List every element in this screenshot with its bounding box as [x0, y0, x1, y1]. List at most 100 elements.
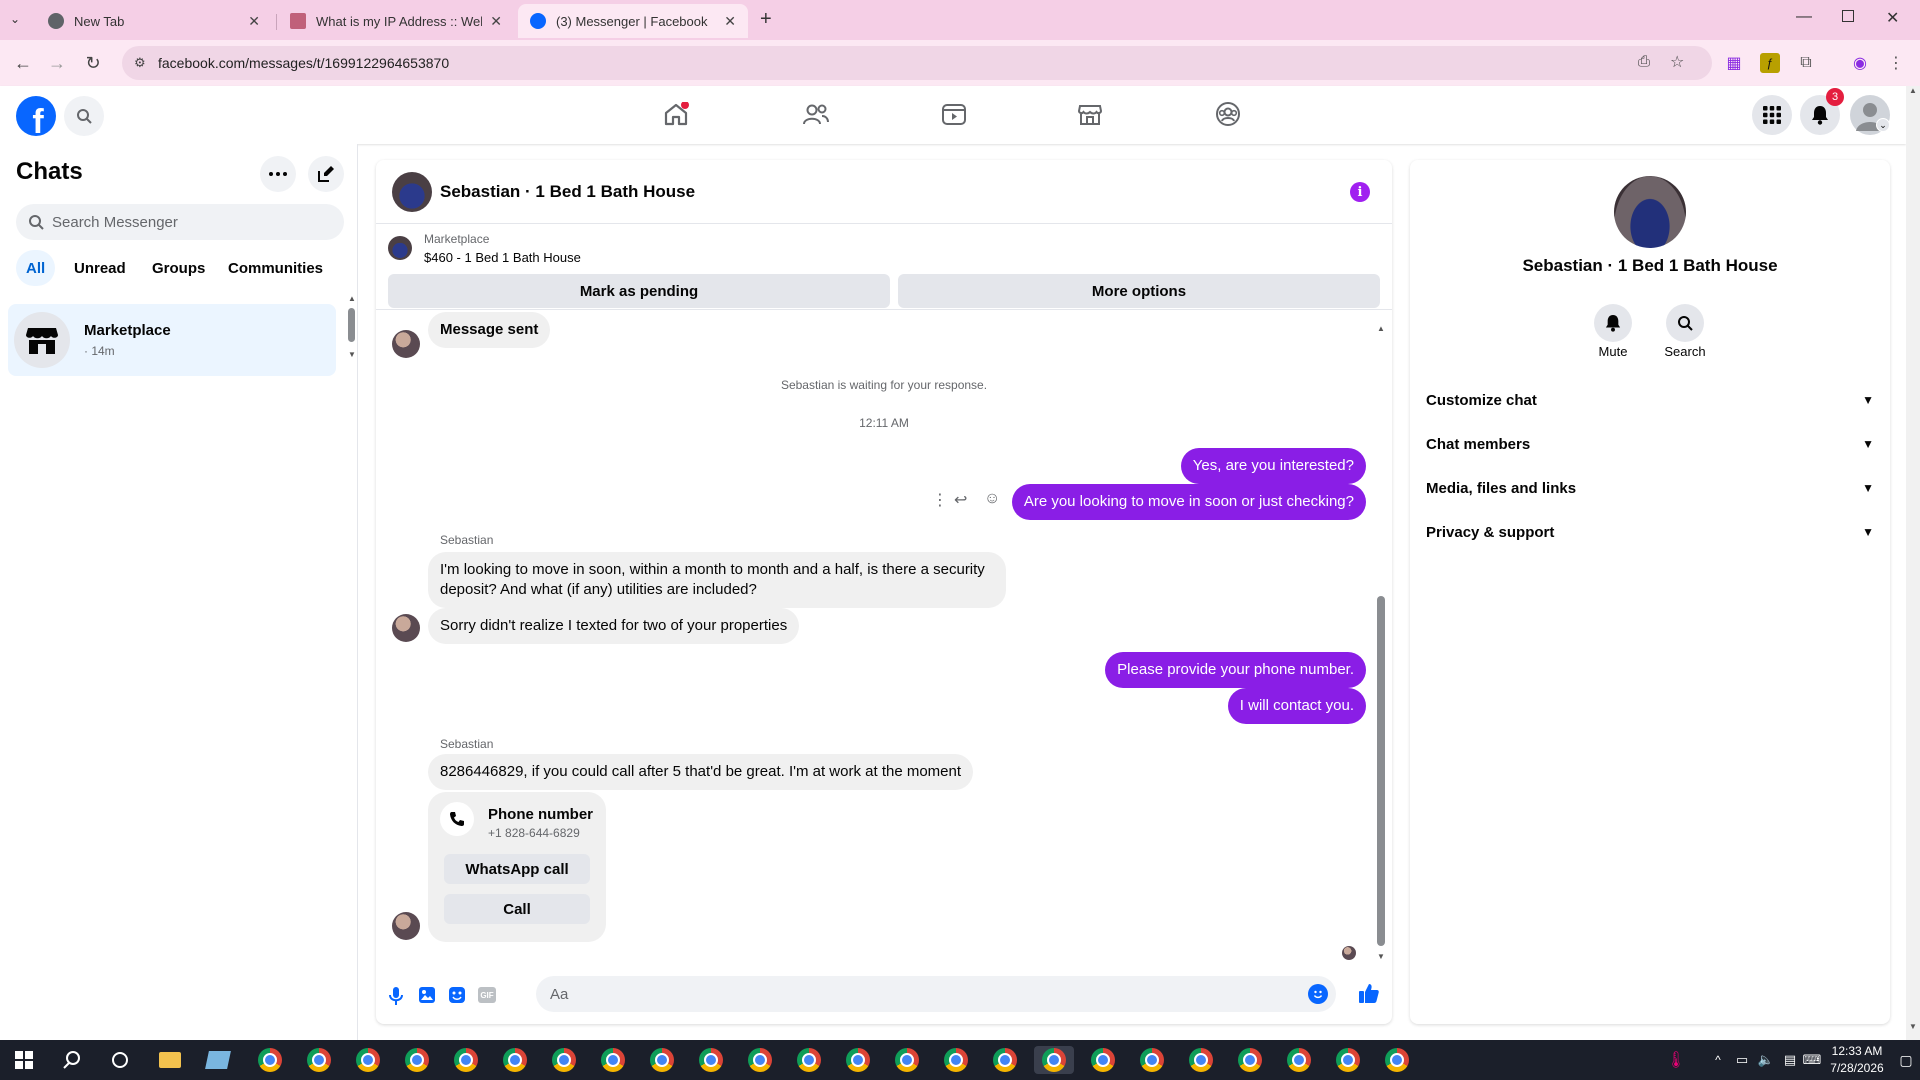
extensions-puzzle-icon[interactable]: ⧉ — [1796, 53, 1816, 73]
scroll-down-arrow-icon[interactable]: ▼ — [1377, 952, 1385, 961]
tab-ip-address[interactable]: What is my IP Address :: WebBr ✕ — [278, 4, 514, 38]
groups-icon[interactable] — [1208, 96, 1248, 132]
window-close-icon[interactable]: ✕ — [1886, 8, 1899, 28]
bookmark-star-icon[interactable]: ☆ — [1670, 52, 1684, 72]
outgoing-message[interactable]: Please provide your phone number. — [1105, 652, 1366, 688]
video-icon[interactable] — [934, 96, 974, 132]
like-thumbs-up-icon[interactable] — [1358, 982, 1380, 1009]
sticker-icon[interactable] — [448, 986, 466, 1009]
chrome-taskbar-icon[interactable] — [1187, 1046, 1215, 1074]
new-message-compose-icon[interactable] — [308, 156, 344, 192]
reply-icon[interactable]: ↩ — [954, 490, 967, 510]
chrome-taskbar-icon[interactable] — [795, 1046, 823, 1074]
chrome-taskbar-icon[interactable] — [501, 1046, 529, 1074]
filter-groups[interactable]: Groups — [142, 250, 215, 286]
extension-icon[interactable]: ƒ — [1760, 53, 1780, 73]
chrome-taskbar-icon[interactable] — [1236, 1046, 1264, 1074]
incoming-message[interactable]: I'm looking to move in soon, within a mo… — [428, 552, 1006, 608]
chrome-taskbar-icon-active[interactable] — [1034, 1046, 1074, 1074]
close-icon[interactable]: ✕ — [724, 13, 736, 30]
chrome-taskbar-icon[interactable] — [942, 1046, 970, 1074]
forward-arrow-icon[interactable]: → — [44, 50, 70, 76]
chat-list-item-marketplace[interactable]: Marketplace · 14m — [8, 304, 336, 376]
clock-date[interactable]: 7/28/2026 — [1826, 1061, 1888, 1075]
chrome-taskbar-icon[interactable] — [991, 1046, 1019, 1074]
clock-time[interactable]: 12:33 AM — [1826, 1044, 1888, 1058]
tab-messenger[interactable]: (3) Messenger | Facebook ✕ — [518, 4, 748, 38]
call-button[interactable]: Call — [444, 894, 590, 924]
file-explorer-icon[interactable] — [156, 1046, 184, 1074]
reload-icon[interactable]: ↻ — [80, 50, 106, 76]
chat-list-scrollbar[interactable]: ▲ ▼ — [346, 294, 358, 364]
react-emoji-icon[interactable]: ☺ — [984, 490, 1000, 508]
language-icon[interactable]: ⌨ — [1798, 1046, 1826, 1074]
photo-icon[interactable] — [418, 986, 436, 1009]
messages-scrollbar[interactable]: ▲ ▼ — [1374, 324, 1388, 964]
marketplace-icon[interactable] — [1070, 96, 1110, 132]
more-options-button[interactable]: More options — [898, 274, 1380, 308]
outgoing-message[interactable]: Are you looking to move in soon or just … — [1011, 484, 1366, 520]
scroll-up-arrow-icon[interactable]: ▲ — [348, 294, 356, 303]
more-options-icon[interactable] — [260, 156, 296, 192]
mute-button[interactable] — [1594, 304, 1632, 342]
emoji-icon[interactable] — [1308, 984, 1328, 1004]
sender-avatar[interactable] — [392, 614, 420, 642]
install-app-icon[interactable]: ⎙ — [1638, 53, 1650, 70]
sender-avatar[interactable] — [392, 330, 420, 358]
incoming-message[interactable]: Sorry didn't realize I texted for two of… — [428, 608, 800, 644]
chat-members-section[interactable]: Chat members ▼ — [1426, 424, 1878, 464]
facebook-logo-icon[interactable]: f — [16, 96, 56, 136]
microphone-icon[interactable] — [388, 986, 404, 1011]
filter-all[interactable]: All — [16, 250, 56, 286]
sender-avatar[interactable] — [392, 912, 420, 940]
chrome-taskbar-icon[interactable] — [1334, 1046, 1362, 1074]
scroll-down-arrow-icon[interactable]: ▼ — [348, 350, 356, 359]
chrome-taskbar-icon[interactable] — [1285, 1046, 1313, 1074]
menu-grid-icon[interactable] — [1752, 95, 1792, 135]
back-arrow-icon[interactable]: ← — [10, 50, 36, 76]
filter-communities[interactable]: Communities — [218, 250, 333, 286]
chrome-taskbar-icon[interactable] — [697, 1046, 725, 1074]
task-view-icon[interactable] — [106, 1046, 134, 1074]
profile-icon[interactable]: ◉ — [1850, 53, 1870, 73]
chrome-taskbar-icon[interactable] — [256, 1046, 284, 1074]
url-field[interactable]: ⚙ facebook.com/messages/t/16991229646538… — [122, 46, 1712, 80]
chrome-taskbar-icon[interactable] — [452, 1046, 480, 1074]
taskbar-search-icon[interactable] — [58, 1046, 86, 1074]
incoming-message[interactable]: 8286446829, if you could call after 5 th… — [428, 754, 974, 790]
close-icon[interactable]: ✕ — [490, 13, 502, 30]
chrome-taskbar-icon[interactable] — [403, 1046, 431, 1074]
conversation-info-icon[interactable]: i — [1350, 182, 1370, 202]
site-info-icon[interactable]: ⚙ — [134, 55, 146, 71]
tab-new-tab[interactable]: New Tab ✕ — [36, 4, 272, 38]
mark-as-pending-button[interactable]: Mark as pending — [388, 274, 890, 308]
window-minimize-icon[interactable]: — — [1796, 8, 1812, 26]
tab-search-icon[interactable]: ⌄ — [10, 12, 20, 26]
chrome-taskbar-icon[interactable] — [354, 1046, 382, 1074]
chrome-taskbar-icon[interactable] — [305, 1046, 333, 1074]
conversation-title[interactable]: Sebastian · 1 Bed 1 Bath House — [440, 182, 695, 202]
chrome-taskbar-icon[interactable] — [1089, 1046, 1117, 1074]
chrome-taskbar-icon[interactable] — [1383, 1046, 1411, 1074]
friends-icon[interactable] — [796, 96, 836, 132]
gif-icon[interactable]: GIF — [478, 987, 496, 1003]
chrome-taskbar-icon[interactable] — [893, 1046, 921, 1074]
outgoing-message[interactable]: Yes, are you interested? — [1180, 448, 1366, 484]
chrome-taskbar-icon[interactable] — [1138, 1046, 1166, 1074]
scroll-up-arrow-icon[interactable]: ▲ — [1909, 86, 1917, 95]
chrome-taskbar-icon[interactable] — [648, 1046, 676, 1074]
new-tab-plus-icon[interactable]: + — [760, 8, 772, 31]
page-scrollbar[interactable]: ▲ ▼ — [1906, 86, 1920, 1040]
contact-profile-avatar[interactable] — [1614, 176, 1686, 248]
media-files-links-section[interactable]: Media, files and links ▼ — [1426, 468, 1878, 508]
filter-unread[interactable]: Unread — [64, 250, 136, 286]
customize-chat-section[interactable]: Customize chat ▼ — [1426, 380, 1878, 420]
message-sent-bubble[interactable]: Message sent — [428, 312, 551, 348]
account-chevron-icon[interactable]: ⌄ — [1876, 118, 1890, 132]
search-icon[interactable] — [64, 96, 104, 136]
window-restore-icon[interactable] — [1842, 10, 1854, 22]
temperature-icon[interactable]: 🌡 — [1662, 1046, 1690, 1074]
scroll-thumb[interactable] — [1377, 596, 1385, 946]
windows-start-icon[interactable] — [10, 1046, 38, 1074]
scroll-thumb[interactable] — [348, 308, 355, 342]
